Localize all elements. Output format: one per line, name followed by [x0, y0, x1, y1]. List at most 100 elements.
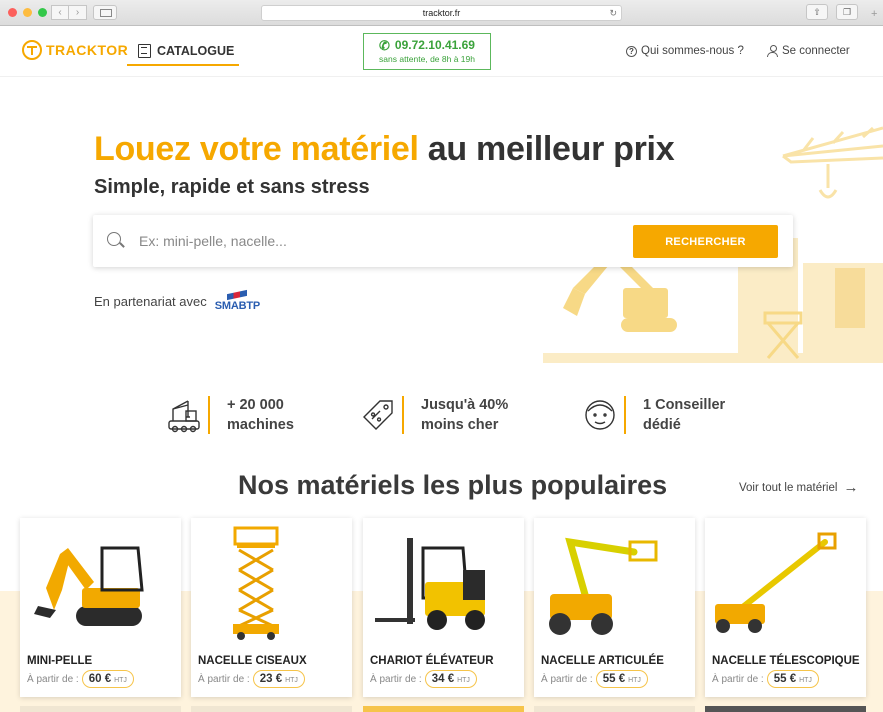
next-row-card: [20, 706, 181, 712]
product-name: NACELLE ARTICULÉE: [541, 655, 664, 667]
about-label: Qui sommes-nous ?: [641, 45, 744, 57]
arrow-right-icon: →: [843, 479, 859, 496]
history-buttons: ‹ ›: [51, 5, 87, 20]
product-price-line: À partir de : 55 € HTJ: [541, 670, 648, 688]
features-row: + 20 000 machines Jusqu'à 40% moins cher: [0, 395, 883, 445]
back-button[interactable]: ‹: [51, 5, 69, 20]
product-card[interactable]: NACELLE CISEAUX À partir de : 23 € HTJ: [191, 518, 352, 697]
user-icon: [767, 45, 778, 57]
phone-icon: ✆: [379, 37, 390, 53]
search-icon: [107, 232, 121, 246]
catalogue-nav[interactable]: CATALOGUE: [127, 37, 239, 66]
hero-title-highlight: Louez votre matériel: [94, 130, 419, 168]
feature-line2: moins cher: [421, 417, 499, 433]
product-name: CHARIOT ÉLÉVATEUR: [370, 655, 494, 667]
price-prefix: À partir de :: [198, 673, 250, 685]
product-name: NACELLE CISEAUX: [198, 655, 307, 667]
price-prefix: À partir de :: [27, 673, 79, 685]
articulated-boom-lift-icon: [549, 537, 658, 635]
price-badge: 55 € HTJ: [595, 670, 648, 688]
forklift-icon: [375, 538, 485, 630]
search-input[interactable]: [139, 229, 619, 253]
feature-line1: Jusqu'à 40%: [421, 397, 509, 413]
phone-hours: sans attente, de 8h à 19h: [379, 54, 475, 64]
feature-divider: [402, 396, 404, 434]
product-card[interactable]: NACELLE ARTICULÉE À partir de : 55 € HTJ: [534, 518, 695, 697]
phone-number-row: ✆ 09.72.10.41.69: [364, 38, 490, 52]
catalogue-label: CATALOGUE: [157, 43, 235, 58]
phone-number: 09.72.10.41.69: [394, 38, 475, 52]
logo[interactable]: TRACKTOR: [22, 40, 128, 60]
partner-line: En partenariat avec SMABTP: [94, 290, 260, 313]
price-unit: HTJ: [628, 677, 641, 684]
price-value: 55 €: [773, 673, 797, 685]
product-price-line: À partir de : 60 € HTJ: [27, 670, 134, 688]
price-badge: 34 € HTJ: [424, 670, 477, 688]
price-badge: 60 € HTJ: [81, 670, 134, 688]
feature-text: + 20 000 machines: [227, 395, 294, 435]
price-value: 55 €: [602, 673, 626, 685]
close-window-button[interactable]: [8, 8, 17, 17]
address-text: tracktor.fr: [422, 8, 461, 18]
product-card[interactable]: CHARIOT ÉLÉVATEUR À partir de : 34 € HTJ: [363, 518, 524, 697]
price-unit: HTJ: [285, 677, 298, 684]
logo-text: TRACKTOR: [46, 42, 129, 58]
hero-subtitle: Simple, rapide et sans stress: [94, 176, 370, 198]
price-prefix: À partir de :: [370, 673, 422, 685]
next-row-card: [191, 706, 352, 712]
sidebar-toggle-button[interactable]: [93, 5, 117, 20]
about-link[interactable]: ? Qui sommes-nous ?: [626, 45, 744, 57]
price-unit: HTJ: [457, 677, 470, 684]
next-row-card: [705, 706, 866, 712]
feature-text: Jusqu'à 40% moins cher: [421, 395, 508, 435]
share-button[interactable]: ⇧: [806, 4, 828, 20]
forward-button[interactable]: ›: [69, 5, 87, 20]
search-bar: RECHERCHER: [93, 215, 793, 267]
scissor-lift-icon: [233, 526, 279, 640]
price-unit: HTJ: [799, 677, 812, 684]
tabs-overview-button[interactable]: ❐: [836, 4, 858, 20]
smabtp-logo[interactable]: SMABTP: [215, 290, 260, 312]
feature-line1: 1 Conseiller: [643, 397, 726, 413]
price-prefix: À partir de :: [541, 673, 593, 685]
phone-contact-box[interactable]: ✆ 09.72.10.41.69 sans attente, de 8h à 1…: [363, 33, 491, 70]
price-badge: 23 € HTJ: [252, 670, 305, 688]
price-value: 60 €: [88, 673, 112, 685]
product-card[interactable]: MINI-PELLE À partir de : 60 € HTJ: [20, 518, 181, 697]
address-bar[interactable]: tracktor.fr ↻: [261, 5, 622, 21]
feature-advisor: 1 Conseiller dédié: [582, 395, 725, 435]
feature-divider: [208, 396, 210, 434]
popular-title: Nos matériels les plus populaires: [238, 470, 668, 500]
login-link[interactable]: Se connecter: [767, 45, 850, 57]
reload-icon[interactable]: ↻: [609, 6, 617, 20]
smabtp-logo-text: SMABTP: [214, 300, 260, 312]
minimize-window-button[interactable]: [23, 8, 32, 17]
next-row-card: [534, 706, 695, 712]
see-all-label: Voir tout le matériel: [739, 481, 838, 494]
feature-line1: + 20 000: [227, 397, 284, 413]
price-prefix: À partir de :: [712, 673, 764, 685]
login-label: Se connecter: [782, 45, 850, 57]
search-button[interactable]: RECHERCHER: [633, 225, 778, 258]
see-all-link[interactable]: Voir tout le matériel →: [739, 480, 858, 495]
feature-price: Jusqu'à 40% moins cher: [360, 395, 508, 435]
price-badge: 55 € HTJ: [766, 670, 819, 688]
product-card[interactable]: NACELLE TÉLESCOPIQUE À partir de : 55 € …: [705, 518, 866, 697]
hero-title-rest: au meilleur prix: [418, 130, 675, 168]
next-row-card: [363, 706, 524, 712]
site-header: TRACKTOR CATALOGUE ✆ 09.72.10.41.69 sans…: [0, 27, 883, 77]
feature-machines: + 20 000 machines: [166, 395, 294, 435]
advisor-face-icon: [585, 400, 615, 430]
new-tab-button[interactable]: +: [871, 8, 883, 22]
hero-title: Louez votre matériel au meilleur prix: [94, 130, 675, 169]
question-icon: ?: [626, 45, 637, 57]
product-name: NACELLE TÉLESCOPIQUE: [712, 655, 860, 667]
price-unit: HTJ: [114, 677, 127, 684]
price-value: 34 €: [431, 673, 455, 685]
smabtp-flag-icon: [227, 290, 247, 300]
maximize-window-button[interactable]: [38, 8, 47, 17]
feature-line2: machines: [227, 417, 294, 433]
book-icon: [138, 43, 151, 58]
mini-excavator-icon: [34, 546, 144, 626]
tracktor-logo-icon: [22, 40, 42, 60]
